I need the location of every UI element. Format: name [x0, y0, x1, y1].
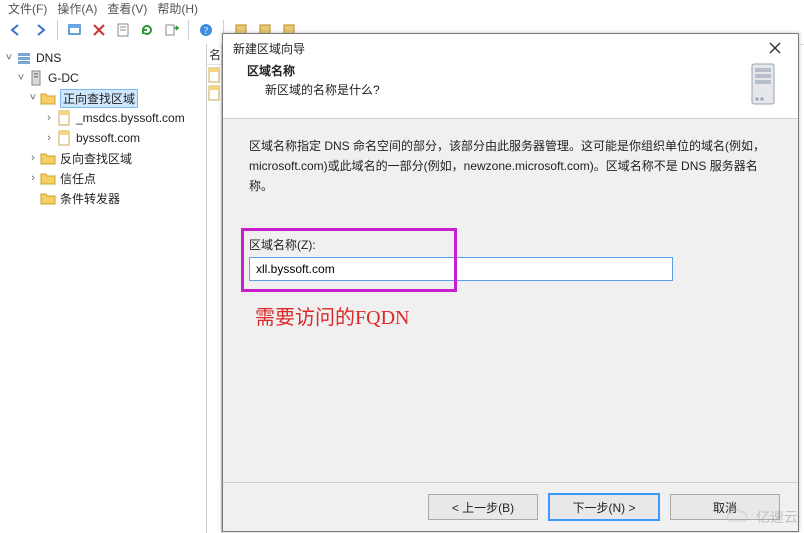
list-pane: 名	[207, 44, 222, 533]
tree-server[interactable]: ˅ G-DC	[2, 68, 204, 88]
server-graphic-icon	[742, 60, 784, 110]
tree-conditional-forwarders[interactable]: › 条件转发器	[2, 188, 204, 208]
tree-zone-item[interactable]: › _msdcs.byssoft.com	[2, 108, 204, 128]
back-button[interactable]: < 上一步(B)	[428, 494, 538, 520]
menu-file[interactable]: 文件(F)	[8, 0, 47, 17]
menu-bar[interactable]: 文件(F) 操作(A) 查看(V) 帮助(H)	[0, 0, 804, 16]
refresh-icon[interactable]	[137, 20, 157, 40]
tree-label: 条件转发器	[60, 190, 120, 207]
tree-root-dns[interactable]: ˅ DNS	[2, 48, 204, 68]
tree-reverse-zones[interactable]: › 反向查找区域	[2, 148, 204, 168]
properties-icon[interactable]	[113, 20, 133, 40]
dialog-title: 新建区域向导	[233, 40, 756, 57]
delete-icon[interactable]	[89, 20, 109, 40]
chevron-down-icon[interactable]: ˅	[26, 92, 40, 104]
dns-icon	[16, 50, 32, 66]
chevron-right-icon[interactable]: ›	[42, 132, 56, 144]
tree-pane[interactable]: ˅ DNS ˅ G-DC ˅ 正向查找区域	[0, 44, 207, 533]
menu-action[interactable]: 操作(A)	[57, 0, 97, 17]
folder-icon	[40, 170, 56, 186]
tree-label: 信任点	[60, 170, 96, 187]
folder-icon	[40, 90, 56, 106]
wizard-subheading: 新区域的名称是什么?	[265, 81, 734, 98]
tree-label: byssoft.com	[76, 131, 140, 145]
tree-zone-item[interactable]: › byssoft.com	[2, 128, 204, 148]
forward-icon[interactable]	[30, 20, 50, 40]
export-icon[interactable]	[161, 20, 181, 40]
tree-trust-points[interactable]: › 信任点	[2, 168, 204, 188]
server-icon	[28, 70, 44, 86]
wizard-description: 区域名称指定 DNS 命名空间的部分，该部分由此服务器管理。这可能是你组织单位的…	[249, 137, 772, 196]
separator	[188, 20, 189, 40]
zone-name-label: 区域名称(Z):	[249, 236, 679, 253]
svg-text:?: ?	[204, 26, 209, 37]
tree-label: 正向查找区域	[60, 89, 138, 108]
dialog-titlebar[interactable]: 新建区域向导	[223, 34, 798, 62]
chevron-down-icon[interactable]: ˅	[14, 72, 28, 84]
zone-icon	[56, 110, 72, 126]
column-header[interactable]: 名	[207, 44, 221, 65]
new-zone-wizard-dialog: 新建区域向导 区域名称 新区域的名称是什么? 区域名称指定 DNS 命名空间的部…	[222, 33, 799, 532]
wizard-header: 区域名称 新区域的名称是什么?	[223, 62, 798, 118]
separator	[57, 20, 58, 40]
help-icon[interactable]: ?	[196, 20, 216, 40]
wizard-body: 区域名称指定 DNS 命名空间的部分，该部分由此服务器管理。这可能是你组织单位的…	[223, 118, 798, 482]
tree-forward-zones[interactable]: ˅ 正向查找区域	[2, 88, 204, 108]
zone-icon[interactable]	[207, 67, 221, 83]
back-icon[interactable]	[6, 20, 26, 40]
zone-icon	[56, 130, 72, 146]
tree-label: DNS	[36, 51, 61, 65]
cancel-button[interactable]: 取消	[670, 494, 780, 520]
wizard-footer: < 上一步(B) 下一步(N) > 取消	[223, 482, 798, 531]
next-button[interactable]: 下一步(N) >	[548, 493, 660, 521]
chevron-down-icon[interactable]: ˅	[2, 52, 16, 64]
close-button[interactable]	[756, 37, 794, 59]
tree-label: G-DC	[48, 71, 79, 85]
menu-view[interactable]: 查看(V)	[107, 0, 147, 17]
new-window-icon[interactable]	[65, 20, 85, 40]
zone-icon[interactable]	[207, 85, 221, 101]
chevron-right-icon[interactable]: ›	[26, 152, 40, 164]
wizard-heading: 区域名称	[247, 62, 734, 79]
tree-label: 反向查找区域	[60, 150, 132, 167]
folder-icon	[40, 150, 56, 166]
chevron-right-icon[interactable]: ›	[26, 172, 40, 184]
menu-help[interactable]: 帮助(H)	[157, 0, 198, 17]
chevron-right-icon[interactable]: ›	[42, 112, 56, 124]
annotation-text: 需要访问的FQDN	[255, 301, 772, 330]
tree-label: _msdcs.byssoft.com	[76, 111, 185, 125]
zone-name-input[interactable]	[249, 257, 673, 281]
folder-icon	[40, 190, 56, 206]
